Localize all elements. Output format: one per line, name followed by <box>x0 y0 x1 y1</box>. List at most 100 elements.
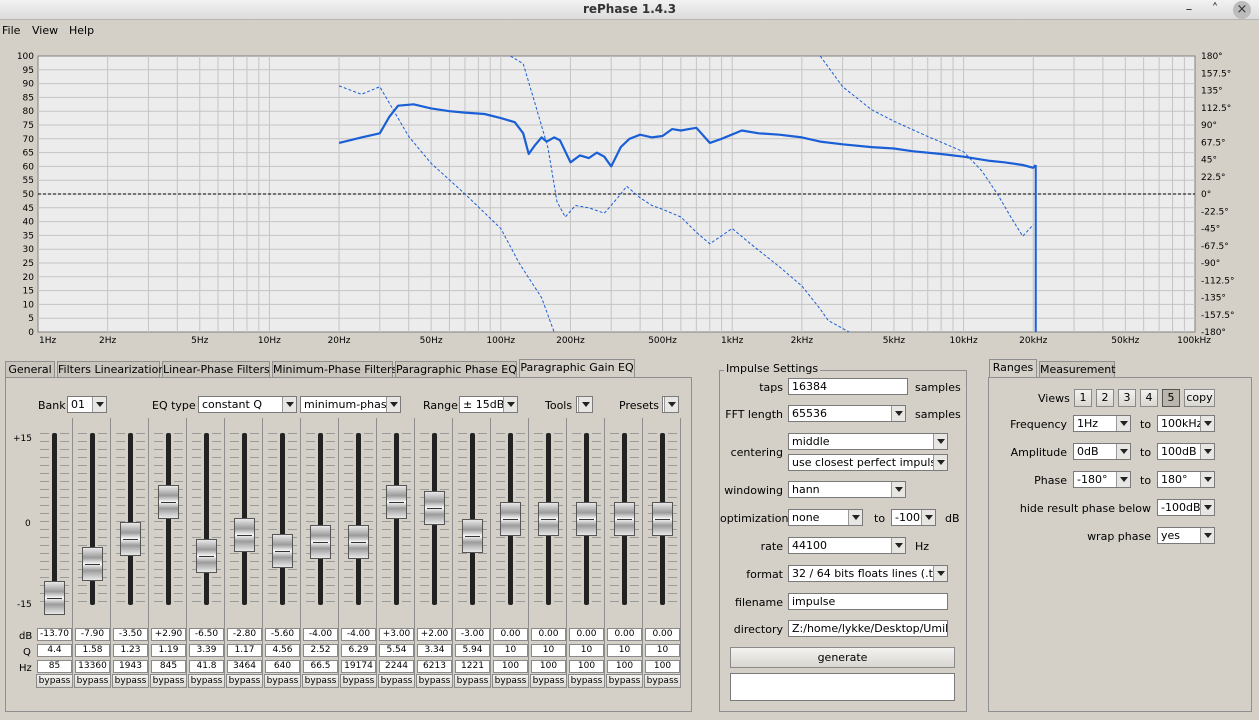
phase-mode-select[interactable]: minimum-phase <box>300 396 401 413</box>
phase-from-select[interactable]: -180° <box>1073 471 1131 488</box>
filename-input[interactable]: impulse <box>788 593 948 610</box>
band-bypass-button[interactable]: bypass <box>492 674 529 688</box>
hide-phase-select[interactable]: -100dB <box>1157 499 1215 516</box>
band-gain-field[interactable]: 0.00 <box>607 628 642 641</box>
gain-slider-thumb[interactable] <box>538 502 559 536</box>
eq-type-select[interactable]: constant Q <box>198 396 297 413</box>
band-q-field[interactable]: 1.17 <box>227 644 262 657</box>
gain-slider-thumb[interactable] <box>272 534 293 569</box>
band-frequency-field[interactable]: 100 <box>569 660 604 673</box>
optimization-select[interactable]: none <box>788 509 863 526</box>
band-q-field[interactable]: 3.39 <box>189 644 224 657</box>
phase-to-select[interactable]: 180° <box>1157 471 1215 488</box>
band-bypass-button[interactable]: bypass <box>36 674 73 688</box>
gain-slider-thumb[interactable] <box>500 502 521 536</box>
band-q-field[interactable]: 10 <box>569 644 604 657</box>
slider-track[interactable] <box>204 433 209 605</box>
tab-minimum-phase-filters[interactable]: Minimum-Phase Filters <box>272 361 397 378</box>
tab-linear-phase-filters[interactable]: Linear-Phase Filters <box>162 361 270 378</box>
band-frequency-field[interactable]: 100 <box>493 660 528 673</box>
amplitude-from-select[interactable]: 0dB <box>1073 443 1131 460</box>
band-frequency-field[interactable]: 6213 <box>417 660 452 673</box>
maximize-icon[interactable]: ˄ <box>1206 1 1224 19</box>
band-gain-field[interactable]: -2.80 <box>227 628 262 641</box>
band-bypass-button[interactable]: bypass <box>112 674 149 688</box>
centering-select[interactable]: middle <box>788 433 948 450</box>
band-q-field[interactable]: 4.56 <box>265 644 300 657</box>
copy-view-button[interactable]: copy <box>1184 389 1215 407</box>
view-2-button[interactable]: 2 <box>1096 389 1114 407</box>
band-frequency-field[interactable]: 640 <box>265 660 300 673</box>
frequency-from-select[interactable]: 1Hz <box>1073 415 1131 432</box>
band-bypass-button[interactable]: bypass <box>416 674 453 688</box>
tools-menu-button[interactable] <box>576 396 593 413</box>
band-gain-field[interactable]: -7.90 <box>75 628 110 641</box>
band-q-field[interactable]: 1.23 <box>113 644 148 657</box>
fft-length-select[interactable]: 65536 <box>788 405 906 422</box>
band-q-field[interactable]: 6.29 <box>341 644 376 657</box>
frequency-to-select[interactable]: 100kHz <box>1157 415 1215 432</box>
gain-slider-thumb[interactable] <box>424 490 445 525</box>
band-gain-field[interactable]: -3.50 <box>113 628 148 641</box>
gain-slider-thumb[interactable] <box>234 518 255 553</box>
band-q-field[interactable]: 2.52 <box>303 644 338 657</box>
band-q-field[interactable]: 1.19 <box>151 644 186 657</box>
band-gain-field[interactable]: -13.70 <box>37 628 72 641</box>
band-gain-field[interactable]: 0.00 <box>531 628 566 641</box>
menu-view[interactable]: View <box>32 24 58 37</box>
band-bypass-button[interactable]: bypass <box>188 674 225 688</box>
band-frequency-field[interactable]: 100 <box>607 660 642 673</box>
band-bypass-button[interactable]: bypass <box>302 674 339 688</box>
band-bypass-button[interactable]: bypass <box>150 674 187 688</box>
rate-select[interactable]: 44100 <box>788 537 906 554</box>
band-bypass-button[interactable]: bypass <box>568 674 605 688</box>
amplitude-to-select[interactable]: 100dB <box>1157 443 1215 460</box>
band-frequency-field[interactable]: 66.5 <box>303 660 338 673</box>
bank-select[interactable]: 01 <box>67 396 107 413</box>
response-chart[interactable]: 1Hz 2Hz 5Hz 10Hz 20Hz 50Hz 100Hz 200Hz 500Hz 1kHz… <box>0 40 1259 352</box>
view-4-button[interactable]: 4 <box>1140 389 1158 407</box>
tab-paragraphic-phase-eq[interactable]: Paragraphic Phase EQ <box>395 361 517 378</box>
gain-slider-thumb[interactable] <box>386 484 407 519</box>
band-q-field[interactable]: 10 <box>645 644 680 657</box>
close-icon[interactable]: × <box>1233 1 1251 19</box>
band-q-field[interactable]: 10 <box>493 644 528 657</box>
gain-slider-thumb[interactable] <box>310 524 331 559</box>
band-q-field[interactable]: 10 <box>531 644 566 657</box>
slider-track[interactable] <box>52 433 57 605</box>
gain-slider-thumb[interactable] <box>44 580 65 615</box>
gain-slider-thumb[interactable] <box>196 539 217 574</box>
optimization-to-select[interactable]: -100 <box>891 509 936 526</box>
band-frequency-field[interactable]: 845 <box>151 660 186 673</box>
tab-filters-linearization[interactable]: Filters Linearization <box>57 361 165 378</box>
generate-button[interactable]: generate <box>730 647 955 668</box>
band-gain-field[interactable]: -6.50 <box>189 628 224 641</box>
band-bypass-button[interactable]: bypass <box>340 674 377 688</box>
band-q-field[interactable]: 5.54 <box>379 644 414 657</box>
band-gain-field[interactable]: 0.00 <box>645 628 680 641</box>
band-bypass-button[interactable]: bypass <box>530 674 567 688</box>
band-frequency-field[interactable]: 100 <box>645 660 680 673</box>
presets-menu-button[interactable] <box>662 396 679 413</box>
band-gain-field[interactable]: +2.00 <box>417 628 452 641</box>
gain-slider-thumb[interactable] <box>576 502 597 536</box>
band-gain-field[interactable]: 0.00 <box>493 628 528 641</box>
menu-help[interactable]: Help <box>69 24 94 37</box>
format-select[interactable]: 32 / 64 bits floats lines (.txt) <box>788 565 948 582</box>
view-5-button[interactable]: 5 <box>1162 389 1180 407</box>
band-gain-field[interactable]: -4.00 <box>341 628 376 641</box>
band-gain-field[interactable]: +2.90 <box>151 628 186 641</box>
tab-paragraphic-gain-eq[interactable]: Paragraphic Gain EQ <box>519 359 635 378</box>
band-frequency-field[interactable]: 85 <box>37 660 72 673</box>
band-q-field[interactable]: 10 <box>607 644 642 657</box>
gain-slider-thumb[interactable] <box>614 502 635 536</box>
band-gain-field[interactable]: 0.00 <box>569 628 604 641</box>
band-gain-field[interactable]: -5.60 <box>265 628 300 641</box>
wrap-phase-select[interactable]: yes <box>1157 527 1215 544</box>
band-bypass-button[interactable]: bypass <box>378 674 415 688</box>
band-frequency-field[interactable]: 1943 <box>113 660 148 673</box>
band-bypass-button[interactable]: bypass <box>74 674 111 688</box>
band-frequency-field[interactable]: 1221 <box>455 660 490 673</box>
band-q-field[interactable]: 3.34 <box>417 644 452 657</box>
view-3-button[interactable]: 3 <box>1118 389 1136 407</box>
